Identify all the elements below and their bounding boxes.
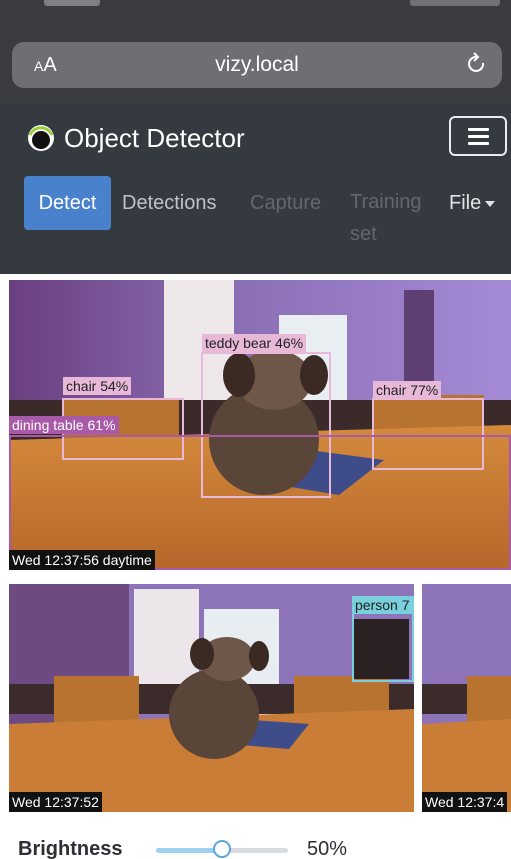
brightness-control: Brightness 50%: [0, 820, 511, 859]
app-navbar: Object Detector Detect Detections Captur…: [0, 104, 511, 274]
brand[interactable]: Object Detector: [26, 120, 245, 156]
brightness-value: 50%: [307, 838, 348, 859]
url-field[interactable]: AA vizy.local: [12, 42, 502, 88]
detection-label-person: person 7: [352, 596, 413, 614]
detection-label-chair-right: chair 77%: [373, 381, 442, 399]
brightness-slider[interactable]: [156, 840, 288, 858]
url-text[interactable]: vizy.local: [12, 53, 502, 77]
tab-detections[interactable]: Detections: [122, 192, 217, 215]
status-bar: [0, 0, 511, 30]
detection-thumbnail[interactable]: person 7 Wed 12:37:52: [9, 584, 414, 812]
file-dropdown[interactable]: File: [449, 192, 496, 215]
slider-handle[interactable]: [213, 840, 231, 858]
thumbnail-timestamp: Wed 12:37:52: [9, 792, 102, 812]
caret-down-icon: [485, 200, 496, 207]
main-detection-image[interactable]: teddy bear 46% chair 54% chair 77% dinin…: [9, 280, 511, 570]
tab-training-set[interactable]: Training set: [350, 186, 432, 250]
tab-detect[interactable]: Detect: [24, 176, 111, 230]
tab-capture[interactable]: Capture: [250, 192, 321, 215]
image-timestamp: Wed 12:37:56 daytime: [9, 550, 155, 570]
status-time: [44, 0, 100, 6]
browser-address-bar: AA vizy.local: [0, 30, 511, 104]
detection-label-teddy-bear: teddy bear 46%: [202, 334, 307, 352]
app-title: Object Detector: [64, 122, 245, 153]
hamburger-icon: [468, 128, 489, 131]
detection-label-dining-table: dining table 61%: [9, 416, 119, 434]
menu-toggle-button[interactable]: [449, 116, 507, 156]
file-label: File: [449, 192, 482, 214]
thumbnail-timestamp: Wed 12:37:4: [422, 792, 508, 812]
thumbnail-photo: [422, 584, 511, 812]
detection-thumbnail[interactable]: Wed 12:37:4: [422, 584, 511, 812]
detection-label-chair-left: chair 54%: [63, 377, 132, 395]
status-indicators: [410, 0, 500, 6]
brightness-label: Brightness: [18, 838, 123, 859]
vizy-logo-icon: [28, 125, 54, 151]
reload-icon[interactable]: [466, 52, 488, 76]
